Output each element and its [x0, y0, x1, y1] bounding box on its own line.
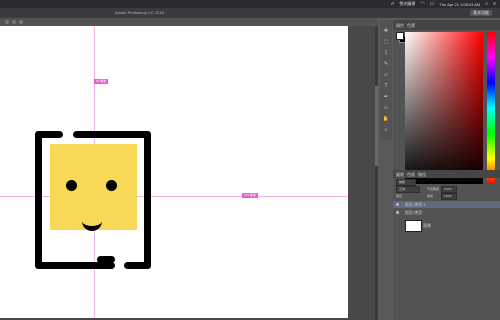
- marquee-tool-icon[interactable]: ⬚: [382, 39, 390, 46]
- frame-right-side: [144, 131, 151, 269]
- foreground-swatch[interactable]: [396, 32, 404, 40]
- lock-label: 鎖定: [396, 194, 403, 198]
- tool-strip: ✥ ⬚ ⟆ ✎ ▱ T ✒ ▭ ✋ ⌕: [380, 20, 392, 140]
- frame-bottom-left-segment: [35, 262, 115, 269]
- horizontal-guide-label: 170 像素: [242, 193, 258, 198]
- fill-label: 填滿: [427, 194, 434, 198]
- layer-name: 矩形 拷貝: [405, 210, 423, 215]
- close-window-dot[interactable]: [5, 20, 9, 24]
- smiley-left-eye: [66, 180, 77, 191]
- tab-channels[interactable]: 色版: [407, 172, 415, 178]
- script-icon[interactable]: ℯ: [391, 1, 394, 7]
- battery-icon[interactable]: ▭: [430, 1, 435, 7]
- lasso-tool-icon[interactable]: ⟆: [382, 50, 390, 57]
- layers-panel-tabs: 圖層 色版 路徑: [393, 170, 500, 178]
- zoom-window-dot[interactable]: [19, 20, 23, 24]
- opacity-input[interactable]: 100%: [441, 186, 457, 193]
- move-tool-icon[interactable]: ✥: [382, 28, 390, 35]
- window-titlebar: Adobe Photoshop CC 2015 基本功能: [0, 8, 500, 18]
- vertical-guide-label: 94 像素: [94, 79, 109, 84]
- shape-tool-icon[interactable]: ▭: [382, 105, 390, 112]
- macos-menubar: ℯ 雪夫圖標 ◠ ▭ Thu Apr 21 1:08:03 AM ⌕ ≡: [0, 0, 500, 8]
- pen-tool-icon[interactable]: ✒: [382, 94, 390, 101]
- tab-color[interactable]: 顏色: [396, 23, 404, 29]
- scrollbar-thumb[interactable]: [375, 86, 378, 166]
- layer-visibility-icon[interactable]: [396, 203, 399, 206]
- zoom-tool-icon[interactable]: ⌕: [382, 127, 390, 134]
- options-bar: [0, 18, 378, 26]
- search-icon[interactable]: ⌕: [485, 1, 488, 7]
- frame-bottom-notch: [97, 256, 115, 263]
- layer-name: 矩形 拷貝 1: [405, 202, 426, 207]
- color-panel-tabs: 顏色 色票: [393, 20, 500, 30]
- layer-row[interactable]: 矩形 拷貝: [393, 209, 500, 216]
- fill-input[interactable]: 100%: [441, 193, 457, 200]
- frame-bottom-right-segment: [124, 262, 151, 269]
- frame-top-right-segment: [73, 131, 151, 138]
- hand-tool-icon[interactable]: ✋: [382, 116, 390, 123]
- layers-panel: 圖層 色版 路徑 種類 正常 不透明度 100% 鎖定 填滿 100% 矩形 拷…: [393, 170, 500, 320]
- vertical-scrollbar[interactable]: [375, 26, 378, 320]
- menubar-clock[interactable]: Thu Apr 21 1:08:03 AM: [439, 2, 480, 7]
- smiley-right-eye: [106, 180, 117, 191]
- window-title: Adobe Photoshop CC 2015: [115, 10, 164, 15]
- foreground-background-swatches[interactable]: [396, 32, 407, 43]
- input-method-label[interactable]: 雪夫圖標: [399, 1, 415, 7]
- opacity-label: 不透明度: [427, 187, 440, 191]
- text-tool-icon[interactable]: T: [382, 83, 390, 90]
- tab-layers[interactable]: 圖層: [396, 172, 404, 178]
- background-layer-thumbnail[interactable]: [405, 220, 422, 232]
- blend-mode-select[interactable]: 正常: [396, 186, 420, 193]
- workspace-button[interactable]: 基本功能: [470, 10, 492, 16]
- menu-list-icon[interactable]: ≡: [493, 1, 496, 7]
- wifi-icon[interactable]: ◠: [420, 1, 424, 7]
- layer-kind-filter[interactable]: 種類: [396, 179, 416, 186]
- frame-left-side: [35, 131, 42, 269]
- tab-paths[interactable]: 路徑: [418, 172, 426, 178]
- document-canvas[interactable]: 94 像素 170 像素: [0, 26, 348, 318]
- tab-swatches[interactable]: 色票: [407, 23, 415, 29]
- hue-slider[interactable]: [487, 32, 495, 184]
- brush-tool-icon[interactable]: ✎: [382, 61, 390, 68]
- eraser-tool-icon[interactable]: ▱: [382, 72, 390, 79]
- layer-row[interactable]: 矩形 拷貝 1: [393, 201, 500, 208]
- minimize-window-dot[interactable]: [12, 20, 16, 24]
- background-layer-name[interactable]: 背景: [423, 223, 431, 229]
- color-field[interactable]: [405, 32, 483, 184]
- layer-visibility-icon[interactable]: [396, 211, 399, 214]
